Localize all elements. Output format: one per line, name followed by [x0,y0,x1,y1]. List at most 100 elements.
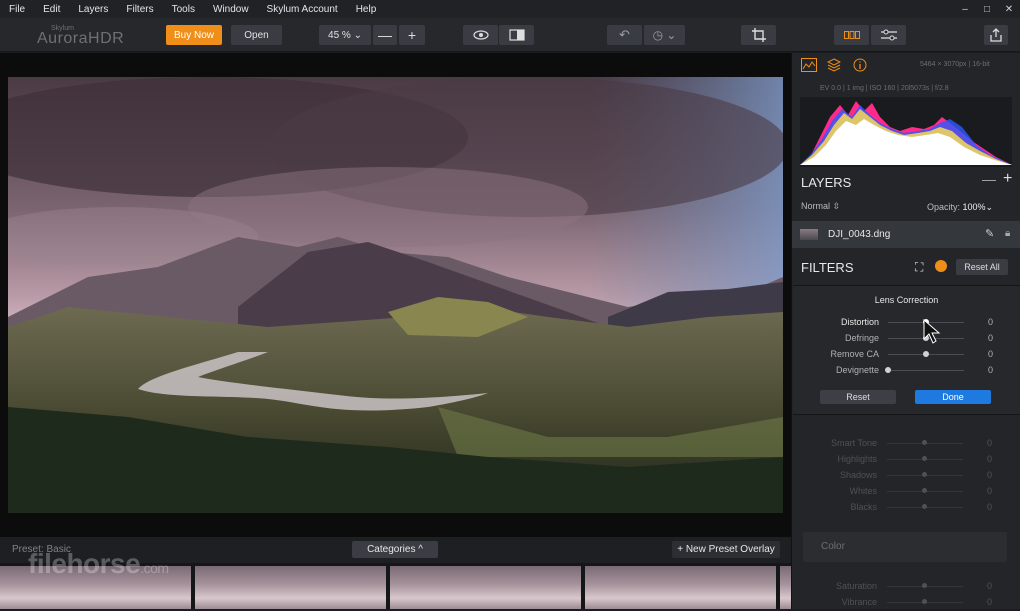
eye-icon [472,30,489,40]
smart-tone-knob[interactable] [922,440,927,445]
menu-tools[interactable]: Tools [163,4,204,15]
preview-button[interactable] [463,25,498,45]
compare-button[interactable] [499,25,534,45]
mouse-cursor-icon [923,319,941,344]
saturation-label: Saturation [835,581,877,591]
lens-done-button[interactable]: Done [915,390,991,404]
remove-layer-button[interactable]: — [982,171,996,187]
zoom-dropdown[interactable]: 45 % ⌄ [319,25,371,45]
crop-button[interactable] [741,25,776,45]
layers-icon [826,58,842,72]
share-button[interactable] [984,25,1008,45]
zoom-out-button[interactable]: — [373,25,397,45]
vibrance-value: 0 [987,597,993,607]
shadows-value: 0 [987,470,993,480]
blacks-knob[interactable] [922,504,927,509]
color-filter-title: Color [821,541,845,552]
lens-reset-button[interactable]: Reset [820,390,896,404]
lens-correction-title: Lens Correction [874,295,939,305]
shadows-row: Shadows 0 [792,470,1020,484]
devignette-slider-row: Devignette 0 [793,365,1020,379]
image-info: 5464 × 3070px | 16-bit [920,61,990,68]
blacks-value: 0 [987,502,993,512]
whites-label: Whites [849,486,877,496]
histogram-tab[interactable] [801,58,817,74]
crop-icon [751,28,766,42]
menu-window[interactable]: Window [204,4,258,15]
filter-catalog-icon[interactable] [935,260,947,272]
landscape-photo [8,77,783,513]
exif-info: EV 0.0 | 1 img | ISO 160 | 20l5073s | f/… [820,85,949,92]
presets-icon [843,31,860,39]
sliders-icon [880,29,897,41]
minimize-button[interactable]: – [954,4,976,15]
remove-ca-knob[interactable] [923,351,929,357]
saturation-row: Saturation 0 [792,581,1020,595]
undo-button[interactable]: ↶ [607,25,642,45]
app-logo: Skylum AuroraHDR [37,24,137,48]
presets-toggle-button[interactable] [834,25,869,45]
preset-thumbnail[interactable] [780,566,791,609]
zoom-in-button[interactable]: + [399,25,425,45]
layers-tab[interactable] [826,58,843,74]
adjustments-toggle-button[interactable] [871,25,906,45]
menu-help[interactable]: Help [347,4,386,15]
highlights-knob[interactable] [922,456,927,461]
brush-icon[interactable]: ✎ [985,227,994,240]
vibrance-label: Vibrance [841,597,877,607]
layer-row[interactable]: DJI_0043.dng ✎ 🔒︎ [792,221,1020,248]
watermark-main: filehorse [28,548,141,579]
devignette-value: 0 [988,365,994,375]
histogram-icon [801,58,817,72]
highlights-value: 0 [987,454,993,464]
menu-file[interactable]: File [0,4,34,15]
photo-preview[interactable] [8,77,783,513]
whites-knob[interactable] [922,488,927,493]
buy-now-button[interactable]: Buy Now [166,25,222,45]
new-preset-overlay-button[interactable]: + New Preset Overlay [672,541,780,558]
close-button[interactable]: ✕ [998,4,1020,15]
menu-edit[interactable]: Edit [34,4,69,15]
watermark-suffix: .com [140,560,169,576]
menu-layers[interactable]: Layers [69,4,117,15]
highlights-row: Highlights 0 [792,454,1020,468]
mask-icon[interactable]: ⛶ [915,260,923,275]
opacity-control[interactable]: Opacity: 100%⌄ [927,202,993,213]
window-controls: – □ ✕ [954,0,1020,18]
maximize-button[interactable]: □ [976,4,998,15]
distortion-label: Distortion [840,317,879,327]
lens-correction-panel: Lens Correction Distortion 0 Defringe 0 … [793,285,1020,415]
devignette-label: Devignette [835,365,879,375]
categories-button[interactable]: Categories ^ [352,541,438,558]
shadows-knob[interactable] [922,472,927,477]
histogram [800,97,1012,167]
saturation-knob[interactable] [922,583,927,588]
defringe-label: Defringe [844,333,879,343]
layer-name: DJI_0043.dng [828,229,891,240]
history-button[interactable]: ◷ ⌄ [644,25,685,45]
preset-thumbnail[interactable] [585,566,776,609]
right-panel: 5464 × 3070px | 16-bit EV 0.0 | 1 img | … [791,53,1020,609]
image-canvas[interactable] [0,53,791,537]
preset-thumbnail[interactable] [195,566,386,609]
menu-skylum-account[interactable]: Skylum Account [258,4,347,15]
blacks-label: Blacks [850,502,877,512]
defringe-value: 0 [988,333,994,343]
reset-all-button[interactable]: Reset All [956,259,1008,275]
menu-filters[interactable]: Filters [117,4,162,15]
open-button[interactable]: Open [231,25,282,45]
lock-icon[interactable]: 🔒︎ [1005,228,1010,239]
watermark: filehorse.com [28,548,169,580]
vibrance-knob[interactable] [922,599,927,604]
devignette-track[interactable] [888,370,964,371]
distortion-slider-row: Distortion 0 [793,317,1020,331]
distortion-value: 0 [988,317,994,327]
color-filter-section[interactable]: Color [803,532,1007,562]
devignette-knob[interactable] [885,367,891,373]
add-layer-button[interactable]: + [1003,170,1012,188]
opacity-label: Opacity: [927,202,961,212]
preset-thumbnail[interactable] [390,566,581,609]
info-tab[interactable] [853,58,869,74]
blend-mode-dropdown[interactable]: Normal ⇳ [801,201,840,212]
opacity-value[interactable]: 100%⌄ [963,202,994,212]
